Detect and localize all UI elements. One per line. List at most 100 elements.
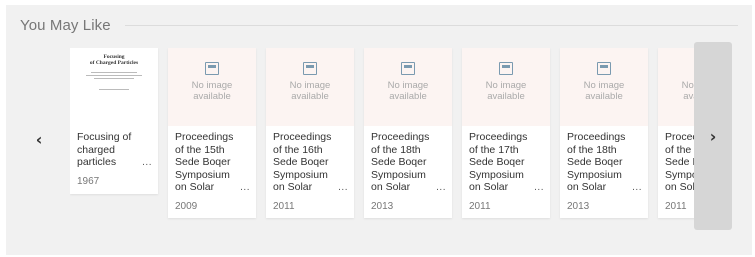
book-title-line: Proceedings (567, 131, 626, 143)
book-title-line: of the 18th (567, 143, 617, 156)
book-title-line: Sede B (665, 156, 694, 168)
no-image-thumbnail: No imageavailable (462, 48, 550, 126)
book-title[interactable]: Proceedings of the 15th Sede Boqer Symposiu… (175, 131, 241, 194)
book-title-line: on Solar (469, 181, 509, 193)
image-icon (205, 62, 219, 75)
book-title-line: on Sola (665, 181, 694, 193)
book-title-line: Sede Boqer (567, 156, 623, 168)
no-image-label-line: No image (289, 80, 331, 91)
book-title-line: particles (77, 156, 117, 168)
book-title-line: Sede Boqer (273, 156, 329, 168)
book-card[interactable]: No imageavailable Proceeof the 1Sede BSym… (658, 48, 694, 218)
image-icon (303, 62, 317, 75)
book-title-line: of the 16th (273, 143, 323, 156)
book-card[interactable]: Focusing of Charged Particles Focusing of c… (70, 48, 158, 194)
publication-year: 2013 (567, 201, 590, 212)
book-title[interactable]: Proceedings of the 16th Sede Boqer Symposiu… (273, 131, 339, 194)
publication-year: 2011 (665, 201, 687, 212)
no-image-label-line: available (389, 91, 427, 102)
cover-text-line (91, 72, 137, 73)
no-image-thumbnail: No imageavailable (168, 48, 256, 126)
chevron-right-icon: › (709, 126, 717, 146)
book-title-line: on Solar (567, 181, 607, 193)
section-title: You May Like (20, 16, 111, 34)
no-image-label-line: available (487, 91, 525, 102)
no-image-label: No imageavailable (388, 80, 429, 102)
book-title-line: Proceedings (175, 131, 234, 143)
book-card[interactable]: No image available Proceedings of the 17th S… (462, 48, 550, 218)
no-image-label: No imageavailable (584, 80, 625, 102)
book-title[interactable]: Proceedings of the 17th Sede Boqer Symposiu… (469, 131, 535, 194)
publication-year: 2011 (273, 201, 295, 212)
carousel-track: Focusing of Charged Particles Focusing of c… (70, 48, 694, 224)
cover-text-line (94, 78, 134, 79)
no-image-thumbnail: No imageavailable (560, 48, 648, 126)
cover-art-image: Focusing of Charged Particles (78, 54, 150, 110)
book-title-line: of the 15th (175, 143, 225, 156)
book-title-line: Symposium (273, 168, 328, 181)
more-ellipsis: ... (436, 182, 446, 193)
more-ellipsis: ... (632, 182, 642, 193)
no-image-label: No imageavailable (192, 80, 233, 102)
book-title-line: Sede Boqer (469, 156, 525, 168)
no-image-label-line: No image (681, 80, 694, 91)
no-image-label-line: available (291, 91, 329, 102)
book-title-line: of the 17th (469, 143, 519, 156)
cover-text-line (99, 89, 129, 90)
publication-year: 2009 (175, 201, 198, 212)
image-icon (499, 62, 513, 75)
book-title-line: Proceedings (371, 131, 430, 143)
book-title-line: on Solar (371, 181, 411, 193)
more-ellipsis: ... (142, 157, 152, 168)
book-card[interactable]: No image available Proceedings of the 16th S… (266, 48, 354, 218)
book-title-line: Focusing of (77, 131, 132, 143)
publication-year: 1967 (77, 176, 100, 187)
more-ellipsis: ... (240, 182, 250, 193)
no-image-label: No imageavailable (290, 80, 331, 102)
book-title-line: Sympo (665, 168, 694, 181)
no-image-label-line: available (585, 91, 623, 102)
no-image-label-line: available (683, 91, 694, 102)
more-ellipsis: ... (534, 182, 544, 193)
book-title-line: Procee (665, 131, 694, 143)
carousel-prev-button[interactable]: ‹ (28, 127, 50, 151)
no-image-label-line: No image (191, 80, 233, 91)
book-card[interactable]: No image available Proceedings of the 18th S… (560, 48, 648, 218)
book-title[interactable]: Focusing of charged particles (77, 131, 143, 169)
you-may-like-panel: You May Like ‹ Focusing of Charged Partic… (6, 5, 752, 255)
no-image-label-line: available (193, 91, 231, 102)
book-title-line: charged (77, 143, 115, 156)
header-divider (124, 24, 738, 26)
book-card[interactable]: No image available Proceedings of the 15th S… (168, 48, 256, 218)
carousel-next-button[interactable]: › (694, 42, 732, 230)
image-icon (401, 62, 415, 75)
cover-text-line (86, 75, 142, 76)
publication-year: 2011 (469, 201, 491, 212)
book-title-line: Symposium (567, 168, 622, 181)
no-image-label-line: No image (485, 80, 527, 91)
book-title-line: on Solar (175, 181, 215, 193)
no-image-thumbnail: No imageavailable (364, 48, 452, 126)
book-title-line: Proceedings (469, 131, 528, 143)
no-image-label: No imageavailable (682, 80, 694, 102)
publication-year: 2013 (371, 201, 394, 212)
book-cover: Focusing of Charged Particles (70, 48, 158, 126)
book-title-line: Symposium (469, 168, 524, 181)
book-title-line: of the 18th (371, 143, 421, 156)
no-image-label-line: No image (387, 80, 429, 91)
chevron-left-icon: ‹ (35, 129, 43, 149)
book-title-line: Proceedings (273, 131, 332, 143)
no-image-thumbnail: No imageavailable (658, 48, 694, 126)
book-title[interactable]: Proceedings of the 18th Sede Boqer Symposiu… (567, 131, 633, 194)
more-ellipsis: ... (338, 182, 348, 193)
book-title[interactable]: Proceedings of the 18th Sede Boqer Symposiu… (371, 131, 437, 194)
book-title-line: Symposium (175, 168, 230, 181)
book-card[interactable]: No image available Proceedings of the 18th S… (364, 48, 452, 218)
book-title-line: Sede Boqer (175, 156, 231, 168)
book-title-line: of the 1 (665, 143, 694, 156)
book-title-line: on Solar (273, 181, 313, 193)
book-title[interactable]: Proceeof the 1Sede BSympoon Sola (665, 131, 694, 194)
image-icon (597, 62, 611, 75)
section-header: You May Like (20, 13, 738, 37)
book-title-line: Sede Boqer (371, 156, 427, 168)
